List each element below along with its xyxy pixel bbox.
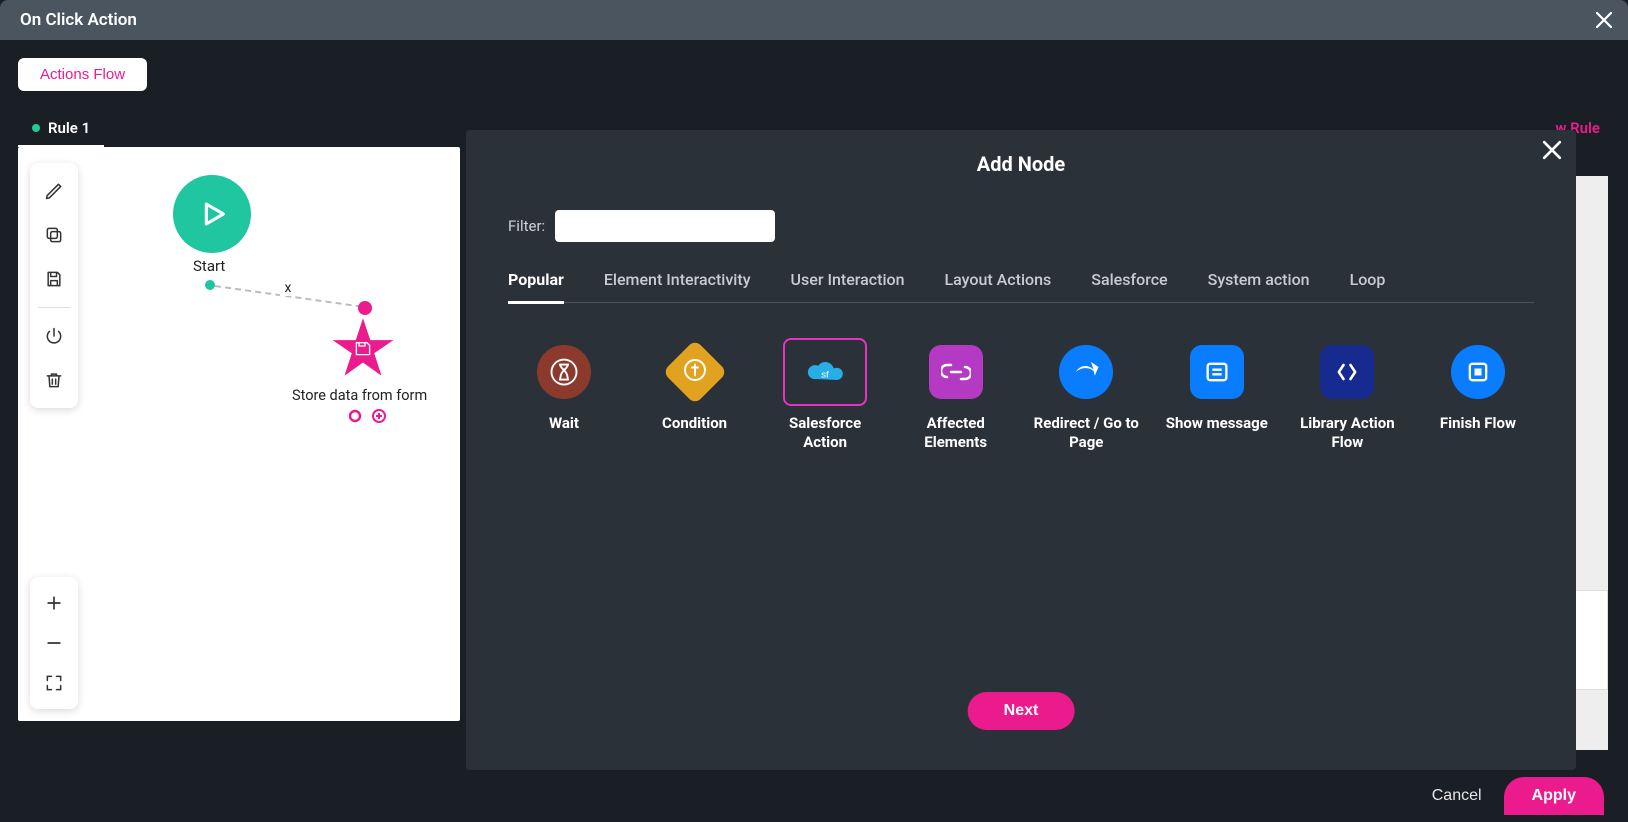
canvas-zoom-toolbar — [30, 577, 78, 709]
node-choice-label: Library Action Flow — [1291, 414, 1403, 452]
dialog-title: On Click Action — [20, 10, 137, 30]
wait-icon — [532, 340, 596, 404]
copy-icon[interactable] — [34, 215, 74, 255]
rule-tab[interactable]: Rule 1 — [18, 109, 104, 147]
next-button[interactable]: Next — [968, 692, 1075, 730]
category-tab-user-interaction[interactable]: User Interaction — [791, 270, 905, 302]
node-choice-label: Salesforce Action — [769, 414, 881, 452]
trash-icon[interactable] — [34, 360, 74, 400]
show-message-icon — [1185, 340, 1249, 404]
node-choice-library-action-flow[interactable]: Library Action Flow — [1291, 340, 1403, 452]
filter-label: Filter: — [508, 217, 545, 235]
node-choice-label: Wait — [549, 414, 579, 433]
affected-elements-icon — [924, 340, 988, 404]
filter-row: Filter: — [508, 210, 775, 242]
filter-input[interactable] — [555, 210, 775, 242]
zoom-in-icon[interactable] — [34, 583, 74, 623]
title-bar: On Click Action — [0, 0, 1628, 40]
category-tabs: Popular Element Interactivity User Interac… — [508, 270, 1534, 303]
node-add-icon[interactable] — [372, 409, 386, 423]
edge-delete-icon[interactable]: x — [280, 280, 296, 296]
content-area: Actions Flow Rule 1 w Rule — [0, 40, 1628, 780]
power-icon[interactable] — [34, 316, 74, 356]
start-node-port[interactable] — [205, 280, 215, 290]
apply-button[interactable]: Apply — [1504, 777, 1604, 815]
node-choice-label: Redirect / Go to Page — [1030, 414, 1142, 452]
category-tab-loop[interactable]: Loop — [1350, 270, 1386, 302]
flow-canvas[interactable]: Start x Store data from form — [18, 147, 460, 721]
save-icon[interactable] — [34, 259, 74, 299]
node-choice-label: Condition — [662, 414, 727, 433]
store-node-label: Store data from form — [292, 387, 427, 404]
fit-screen-icon[interactable] — [34, 663, 74, 703]
salesforce-action-icon: sf — [785, 340, 865, 404]
pencil-icon[interactable] — [34, 171, 74, 211]
start-node-label: Start — [193, 257, 225, 275]
node-choice-show-message[interactable]: Show message — [1161, 340, 1273, 452]
node-port-icon[interactable] — [348, 409, 362, 423]
node-choice-wait[interactable]: Wait — [508, 340, 620, 452]
condition-icon — [663, 340, 727, 404]
node-choice-label: Show message — [1166, 414, 1268, 433]
status-dot-icon — [32, 124, 40, 132]
category-tab-system-action[interactable]: System action — [1208, 270, 1310, 302]
category-tab-layout-actions[interactable]: Layout Actions — [945, 270, 1052, 302]
node-choice-affected-elements[interactable]: Affected Elements — [900, 340, 1012, 452]
category-tab-element-interactivity[interactable]: Element Interactivity — [604, 270, 751, 302]
add-node-modal: Add Node Filter: Popular Element Interact… — [466, 130, 1576, 770]
dialog-footer: Cancel Apply — [0, 770, 1628, 822]
svg-text:sf: sf — [821, 369, 829, 380]
store-data-node[interactable] — [330, 315, 396, 381]
rule-tab-label: Rule 1 — [48, 119, 90, 137]
close-dialog-icon[interactable] — [1592, 8, 1616, 32]
library-action-flow-icon — [1315, 340, 1379, 404]
toolbar-separator — [38, 307, 70, 308]
category-tab-salesforce[interactable]: Salesforce — [1091, 270, 1167, 302]
node-choice-salesforce-action[interactable]: sf Salesforce Action — [769, 340, 881, 452]
redirect-icon — [1054, 340, 1118, 404]
canvas-edit-toolbar — [30, 163, 78, 408]
actions-flow-button[interactable]: Actions Flow — [18, 58, 147, 91]
node-choice-condition[interactable]: Condition — [639, 340, 751, 452]
start-node[interactable] — [173, 175, 251, 253]
store-node-port[interactable] — [358, 301, 372, 315]
node-choice-label: Finish Flow — [1440, 414, 1516, 433]
modal-title: Add Node — [466, 152, 1576, 176]
cancel-button[interactable]: Cancel — [1432, 787, 1482, 805]
node-choice-label: Affected Elements — [900, 414, 1012, 452]
node-choice-finish-flow[interactable]: Finish Flow — [1422, 340, 1534, 452]
zoom-out-icon[interactable] — [34, 623, 74, 663]
finish-flow-icon — [1446, 340, 1510, 404]
node-choice-redirect[interactable]: Redirect / Go to Page — [1030, 340, 1142, 452]
node-choices-row: Wait Condition sf Salesforce Action Affected… — [508, 340, 1534, 452]
store-node-actions — [348, 409, 386, 423]
category-tab-popular[interactable]: Popular — [508, 270, 564, 304]
